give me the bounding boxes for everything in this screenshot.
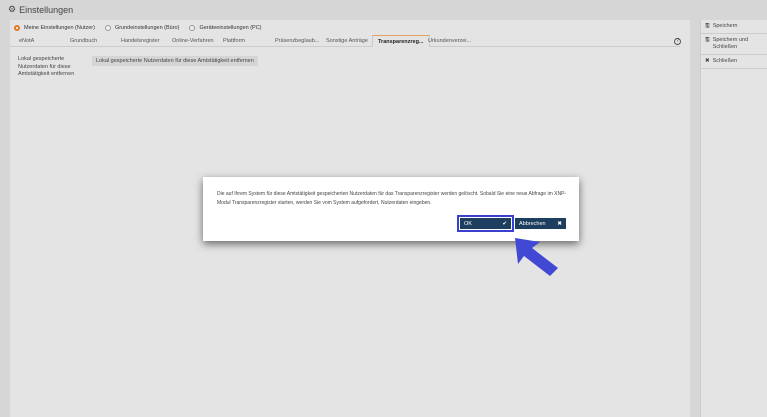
tab-handelsregister[interactable]: Handelsregister: [121, 38, 160, 44]
tab-praesenzbeglaubigung[interactable]: Präsenzbeglaub...: [275, 38, 319, 44]
save-icon: 🖫: [705, 37, 710, 43]
save-icon: 🖫: [705, 23, 710, 29]
confirm-dialog: Die auf Ihrem System für diese Amtstätig…: [203, 177, 579, 241]
tab-online-verfahren[interactable]: Online-Verfahren: [172, 38, 214, 44]
help-icon[interactable]: ?: [674, 38, 681, 45]
action-sidebar: 🖫 Speichern 🖫 Speichern und Schließen ✖ Sch…: [700, 20, 767, 417]
pointer-arrow-icon: [515, 238, 558, 276]
ok-button[interactable]: OK ✔: [457, 215, 514, 232]
close-icon: ✖: [557, 220, 562, 227]
scope-radio-group: Meine Einstellungen (Nutzer) Grundeinste…: [14, 25, 262, 31]
tab-sonstige-antraege[interactable]: Sonstige Anträge: [326, 38, 368, 44]
gears-icon: ⚙: [8, 4, 17, 14]
save-button[interactable]: 🖫 Speichern: [701, 20, 767, 34]
page-title: ⚙ Einstellungen: [8, 4, 74, 15]
close-icon: ✖: [705, 58, 710, 64]
tab-transparenzregister[interactable]: Transparenzreg...: [372, 35, 430, 47]
close-button[interactable]: ✖ Schließen: [701, 55, 767, 69]
tab-grundbuch[interactable]: Grundbuch: [70, 38, 97, 44]
check-icon: ✔: [502, 220, 507, 227]
tab-bar: eNotA Grundbuch Handelsregister Online-V…: [10, 35, 680, 47]
tab-plattform[interactable]: Plattform: [223, 38, 245, 44]
radio-office[interactable]: Grundeinstellungen (Büro): [104, 25, 179, 31]
setting-label: Lokal gespeicherte Nutzerdaten für diese…: [18, 56, 75, 77]
radio-device[interactable]: Geräteeinstellungen (PC): [189, 25, 262, 31]
save-close-button[interactable]: 🖫 Speichern und Schließen: [701, 34, 767, 55]
remove-local-data-button[interactable]: Lokal gespeicherte Nutzerdaten für diese…: [92, 56, 258, 66]
cancel-button[interactable]: Abbrechen ✖: [515, 218, 566, 229]
dialog-message: Die auf Ihrem System für diese Amtstätig…: [217, 191, 567, 206]
tab-urkundenverzeichnis[interactable]: Urkundenverzei...: [428, 38, 471, 44]
radio-user[interactable]: Meine Einstellungen (Nutzer): [14, 25, 95, 31]
tab-enota[interactable]: eNotA: [19, 38, 34, 44]
